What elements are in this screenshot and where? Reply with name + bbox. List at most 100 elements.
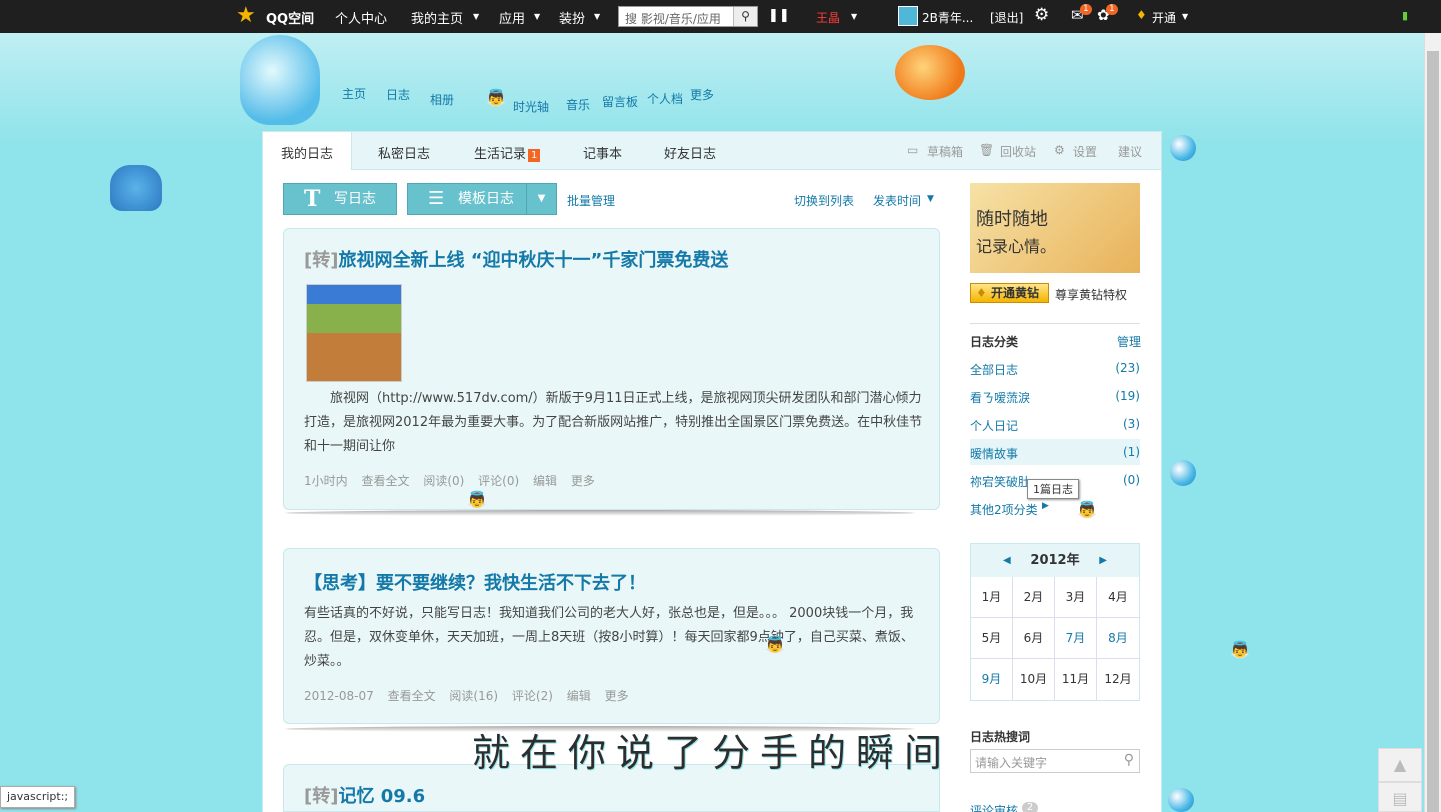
nav-profile[interactable]: 个人档 [647, 90, 683, 107]
user-red-name[interactable]: 王晶 [816, 9, 840, 26]
open-service-menu[interactable]: 开通 [1152, 9, 1176, 26]
browser-status-bar: javascript:; [0, 786, 76, 808]
bubble-decoration [1170, 135, 1196, 161]
switch-list-link[interactable]: 切换到列表 [794, 192, 854, 209]
suggest-link[interactable]: 建议 [1118, 143, 1142, 160]
scrollbar-thumb[interactable] [1427, 51, 1439, 812]
month-cell[interactable]: 9月 [971, 659, 1013, 700]
nav-music[interactable]: 音乐 [566, 96, 590, 113]
view-full-link[interactable]: 查看全文 [388, 689, 436, 703]
month-cell[interactable]: 7月 [1055, 618, 1097, 659]
decorative-lyric-text: 就在你说了分手的瞬间 [472, 731, 953, 775]
month-cell[interactable]: 8月 [1097, 618, 1139, 659]
tab-friends-blog[interactable]: 好友日志 [664, 143, 716, 162]
template-blog-button[interactable]: ☰ 模板日志 ▼ [407, 183, 557, 215]
publish-time-sort[interactable]: 发表时间 [873, 192, 921, 209]
pause-icon[interactable]: ❚❚ [768, 8, 790, 23]
next-year-icon[interactable]: ▶ [1099, 544, 1107, 577]
username[interactable]: 2B青年... [922, 9, 973, 26]
edit-link[interactable]: 编辑 [533, 474, 557, 488]
more-menu[interactable]: 更多 [571, 474, 595, 488]
template-blog-label: 模板日志 [458, 191, 514, 207]
tab-private-blog[interactable]: 私密日志 [378, 143, 430, 162]
edit-link[interactable]: 编辑 [567, 689, 591, 703]
batch-manage-link[interactable]: 批量管理 [567, 192, 615, 209]
search-icon[interactable]: ⚲ [733, 7, 757, 26]
promo-banner[interactable]: 随时随地 记录心情。 [970, 183, 1140, 273]
category-name: 全部日志 [970, 363, 1019, 377]
read-count[interactable]: 阅读(0) [423, 474, 464, 488]
vip-privilege-text: 尊享黄钻特权 [1055, 288, 1128, 302]
my-home-menu[interactable]: 我的主页 [411, 8, 463, 27]
chevron-down-icon: ▼ [594, 12, 601, 21]
chevron-down-icon: ▼ [473, 12, 480, 21]
bottle-decoration [240, 35, 320, 125]
avatar[interactable] [898, 6, 918, 26]
top-search-input[interactable]: 搜 影视/音乐/应用 ⚲ [618, 6, 758, 27]
archive-calendar: ◀ 2012年 ▶ 1月 2月 3月 4月 5月 6月 7月 8月 9月 10月… [970, 543, 1140, 701]
write-blog-button[interactable]: T 写日志 [283, 183, 397, 215]
post-title[interactable]: 【思考】要不要继续？我快生活不下去了！ [304, 569, 646, 595]
top-bar: ★ QQ空间 个人中心 我的主页 ▼ 应用 ▼ 装扮 ▼ 搜 影视/音乐/应用 … [0, 0, 1441, 33]
category-name: 个人日记 [970, 419, 1019, 433]
category-item[interactable]: 看ㄋ嗳蓅淚 (19) [970, 383, 1140, 409]
angel-sprite-icon: 👼 [486, 88, 506, 107]
tab-my-blog[interactable]: 我的日志 [263, 132, 353, 170]
category-item[interactable]: 个人日记 (3) [970, 411, 1140, 437]
other-categories-link[interactable]: 其他2项分类 [970, 501, 1038, 518]
comment-count[interactable]: 评论(0) [478, 474, 519, 488]
read-count[interactable]: 阅读(16) [449, 689, 498, 703]
tab-life-record[interactable]: 生活记录 1 [474, 143, 541, 162]
post-title[interactable]: [转]记忆 09.6 [304, 782, 425, 808]
post-title[interactable]: [转]旅视网全新上线 “迎中秋庆十一”千家门票免费送 [304, 246, 728, 272]
open-vip-button[interactable]: ♦ 开通黄钻 [970, 283, 1049, 303]
recycle-link[interactable]: 回收站 [1000, 143, 1036, 160]
settings-link[interactable]: 设置 [1073, 143, 1097, 160]
qzone-star-icon[interactable]: ★ [236, 4, 260, 28]
signal-icon: ▮ [1402, 9, 1409, 22]
personal-center-link[interactable]: 个人中心 [335, 8, 387, 27]
post-tag: [转] [304, 250, 339, 271]
category-title: 日志分类 [970, 335, 1019, 349]
page-scrollbar[interactable] [1424, 33, 1441, 812]
post-meta: 2012-08-07 查看全文 阅读(16) 评论(2) 编辑 更多 [304, 687, 639, 704]
category-item[interactable]: 暧情故事 (1) [970, 439, 1140, 465]
apps-menu[interactable]: 应用 [499, 8, 525, 27]
keyword-search-input[interactable]: 请输入关键字 ⚲ [970, 749, 1140, 773]
chevron-down-icon[interactable]: ▼ [526, 184, 556, 214]
month-cell: 6月 [1013, 618, 1055, 659]
back-to-top-button[interactable]: ▲ [1378, 748, 1422, 782]
nav-home[interactable]: 主页 [342, 85, 366, 102]
drafts-link[interactable]: 草稿箱 [927, 143, 963, 160]
view-full-link[interactable]: 查看全文 [361, 474, 409, 488]
nav-blog[interactable]: 日志 [386, 86, 410, 103]
feedback-button[interactable]: ▤ [1378, 782, 1422, 812]
blog-tabs: 我的日志 私密日志 生活记录 1 记事本 好友日志 ▭ 草稿箱 🗑 回收站 ⚙ 设… [263, 132, 1161, 170]
category-item[interactable]: 全部日志 (23) [970, 355, 1140, 381]
divider [970, 323, 1140, 324]
bubble-decoration [1170, 460, 1196, 486]
nav-timeline[interactable]: 时光轴 [513, 98, 549, 115]
search-icon[interactable]: ⚲ [1124, 752, 1134, 768]
post-thumbnail[interactable] [306, 284, 402, 382]
butterfly-decoration [110, 165, 162, 211]
nav-more[interactable]: 更多 [690, 86, 714, 103]
nav-guestbook[interactable]: 留言板 [602, 93, 638, 110]
diamond-icon: ♦ [976, 286, 987, 300]
more-menu[interactable]: 更多 [605, 689, 629, 703]
qzone-logo[interactable]: QQ空间 [266, 8, 314, 27]
comment-count[interactable]: 评论(2) [512, 689, 553, 703]
month-cell: 11月 [1055, 659, 1097, 700]
life-record-badge: 1 [528, 149, 541, 162]
prev-year-icon[interactable]: ◀ [1003, 544, 1011, 577]
mail-badge: 1 [1080, 4, 1092, 15]
nav-album[interactable]: 相册 [430, 91, 454, 108]
gear-icon[interactable]: ⚙ [1034, 5, 1049, 25]
manage-link[interactable]: 管理 [1117, 333, 1141, 350]
tab-notebook[interactable]: 记事本 [583, 143, 622, 162]
review-link[interactable]: 评论审核 [970, 802, 1018, 812]
logout-link[interactable]: [退出] [990, 9, 1023, 26]
trash-icon: 🗑 [979, 143, 995, 157]
post-title-text: 旅视网全新上线 “迎中秋庆十一”千家门票免费送 [338, 250, 729, 271]
decorate-menu[interactable]: 装扮 [559, 8, 585, 27]
